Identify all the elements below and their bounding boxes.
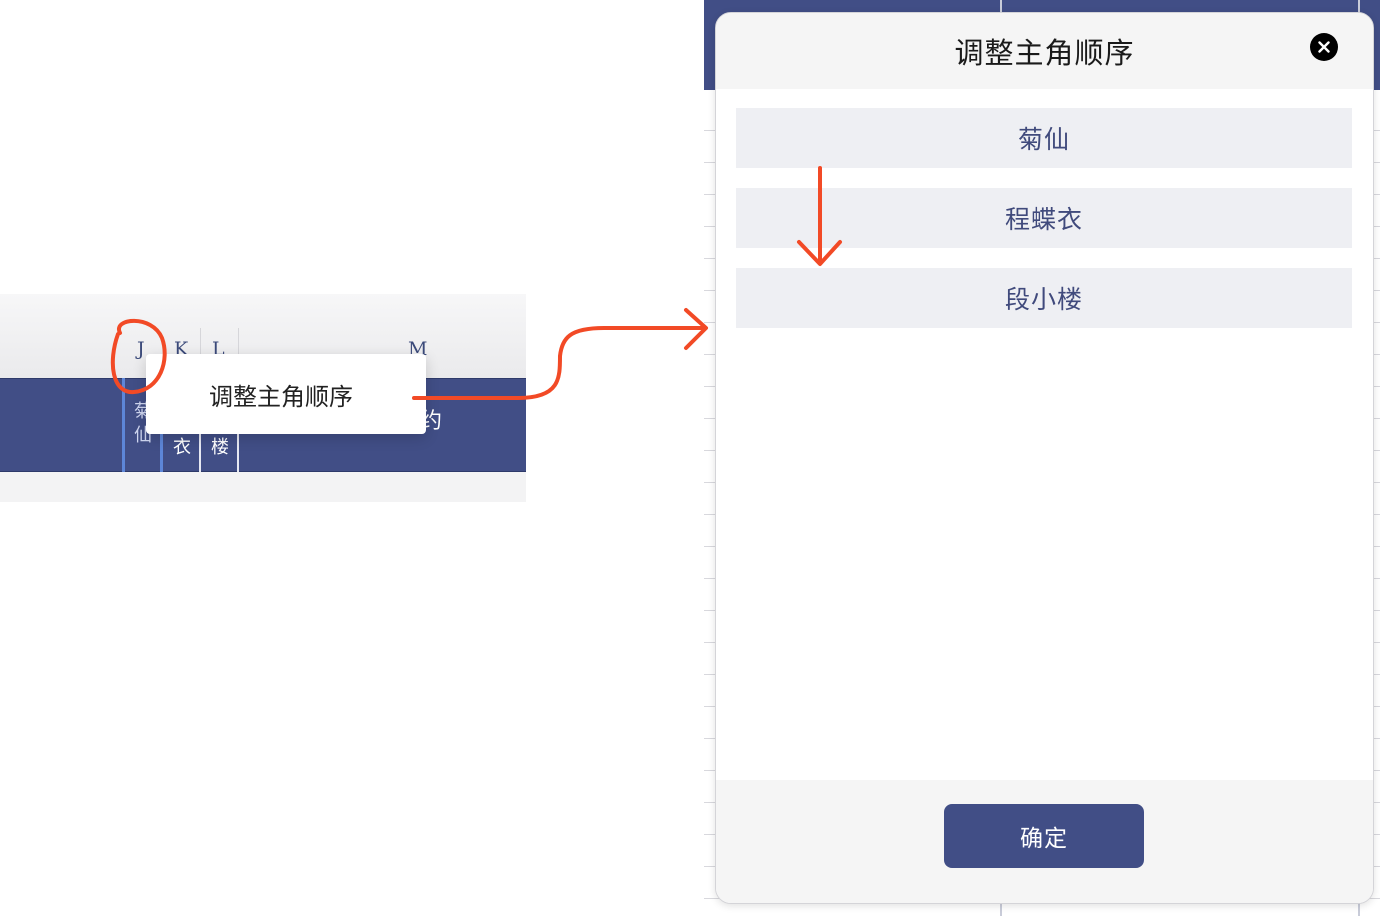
dialog-header: 调整主角顺序	[716, 13, 1373, 89]
annotation-connector-arrowhead	[684, 308, 708, 350]
menu-item-adjust-order[interactable]: 调整主角顺序	[209, 377, 353, 412]
cell-k-text: 衣	[173, 437, 191, 458]
lead-item-label: 程蝶衣	[1004, 205, 1083, 234]
empty-row	[0, 472, 526, 502]
lead-item-2[interactable]: 程蝶衣	[736, 188, 1352, 248]
dialog-title: 调整主角顺序	[954, 36, 1135, 70]
dialog-footer: 确定	[716, 780, 1373, 903]
column-header-j[interactable]: J	[137, 338, 145, 360]
confirm-button-label: 确定	[1020, 825, 1068, 851]
lead-item-1[interactable]: 菊仙	[736, 108, 1352, 168]
lead-item-label: 菊仙	[1017, 125, 1070, 154]
cell-l-text: 楼	[211, 437, 229, 458]
lead-item-3[interactable]: 段小楼	[736, 268, 1352, 328]
confirm-button[interactable]: 确定	[944, 804, 1144, 868]
context-menu: 调整主角顺序	[146, 354, 426, 434]
close-icon	[1318, 41, 1330, 53]
reorder-dialog: 调整主角顺序 菊仙 程蝶衣 段小楼 确定	[715, 12, 1374, 904]
lead-item-label: 段小楼	[1004, 285, 1083, 314]
close-button[interactable]	[1310, 33, 1338, 61]
